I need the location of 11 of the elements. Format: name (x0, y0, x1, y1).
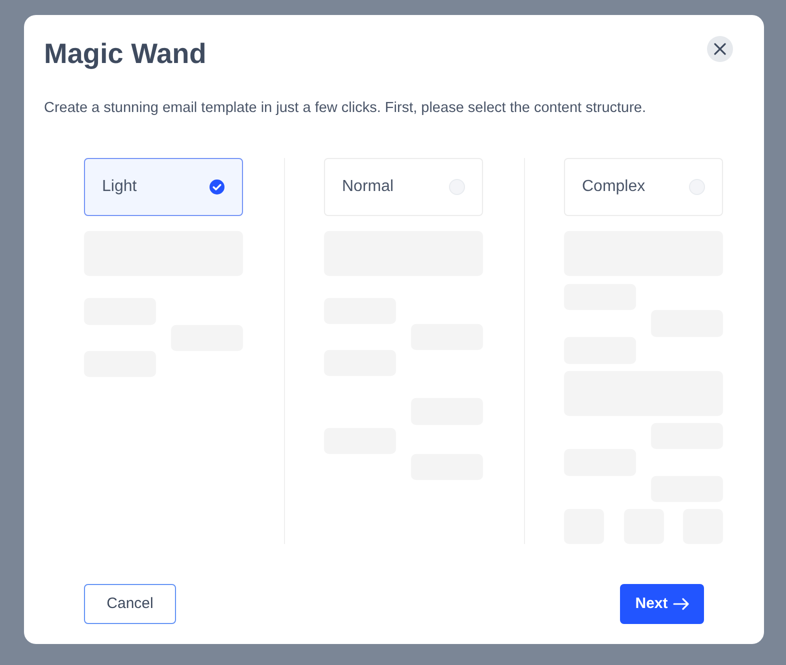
cancel-button[interactable]: Cancel (84, 584, 176, 624)
arrow-right-icon (672, 598, 689, 610)
next-button[interactable]: Next (620, 584, 704, 624)
structure-option[interactable]: Light (84, 158, 243, 216)
structure-option[interactable]: Complex (564, 158, 723, 216)
check-circle-icon (209, 179, 225, 195)
close-button[interactable] (707, 36, 733, 62)
close-icon (714, 43, 726, 55)
dialog-title: Magic Wand (44, 37, 206, 71)
structure-option[interactable]: Normal (324, 158, 483, 216)
dialog-description: Create a stunning email template in just a few clicks. First, please select the content structure. (43, 99, 648, 118)
